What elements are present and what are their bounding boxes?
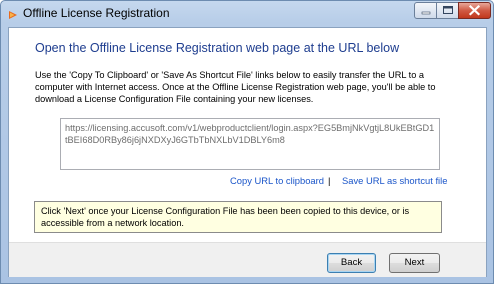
instructions-text: Use the 'Copy To Clipboard' or 'Save As … bbox=[35, 70, 436, 104]
minimize-button[interactable] bbox=[414, 2, 437, 19]
info-note: Click 'Next' once your License Configura… bbox=[34, 201, 442, 233]
copy-url-link[interactable]: Copy URL to clipboard bbox=[230, 175, 324, 186]
app-icon bbox=[8, 7, 18, 19]
link-separator: | bbox=[328, 175, 331, 186]
minimize-icon bbox=[421, 11, 431, 15]
close-icon bbox=[468, 4, 481, 16]
page-heading: Open the Offline License Registration we… bbox=[35, 41, 400, 55]
close-button[interactable] bbox=[458, 2, 491, 19]
save-shortcut-link[interactable]: Save URL as shortcut file bbox=[342, 175, 447, 186]
dialog-content: Open the Offline License Registration we… bbox=[8, 27, 487, 277]
maximize-button[interactable] bbox=[436, 2, 459, 19]
window-title: Offline License Registration bbox=[23, 6, 170, 20]
title-bar[interactable]: Offline License Registration bbox=[1, 1, 493, 27]
dialog-window: Offline License Registration Open the Of… bbox=[0, 0, 494, 284]
url-text-box[interactable]: https://licensing.accusoft.com/v1/webpro… bbox=[60, 118, 440, 170]
back-button[interactable]: Back bbox=[327, 253, 376, 273]
button-bar: Back Next bbox=[9, 242, 486, 277]
next-button[interactable]: Next bbox=[389, 253, 440, 273]
maximize-icon bbox=[443, 6, 453, 14]
